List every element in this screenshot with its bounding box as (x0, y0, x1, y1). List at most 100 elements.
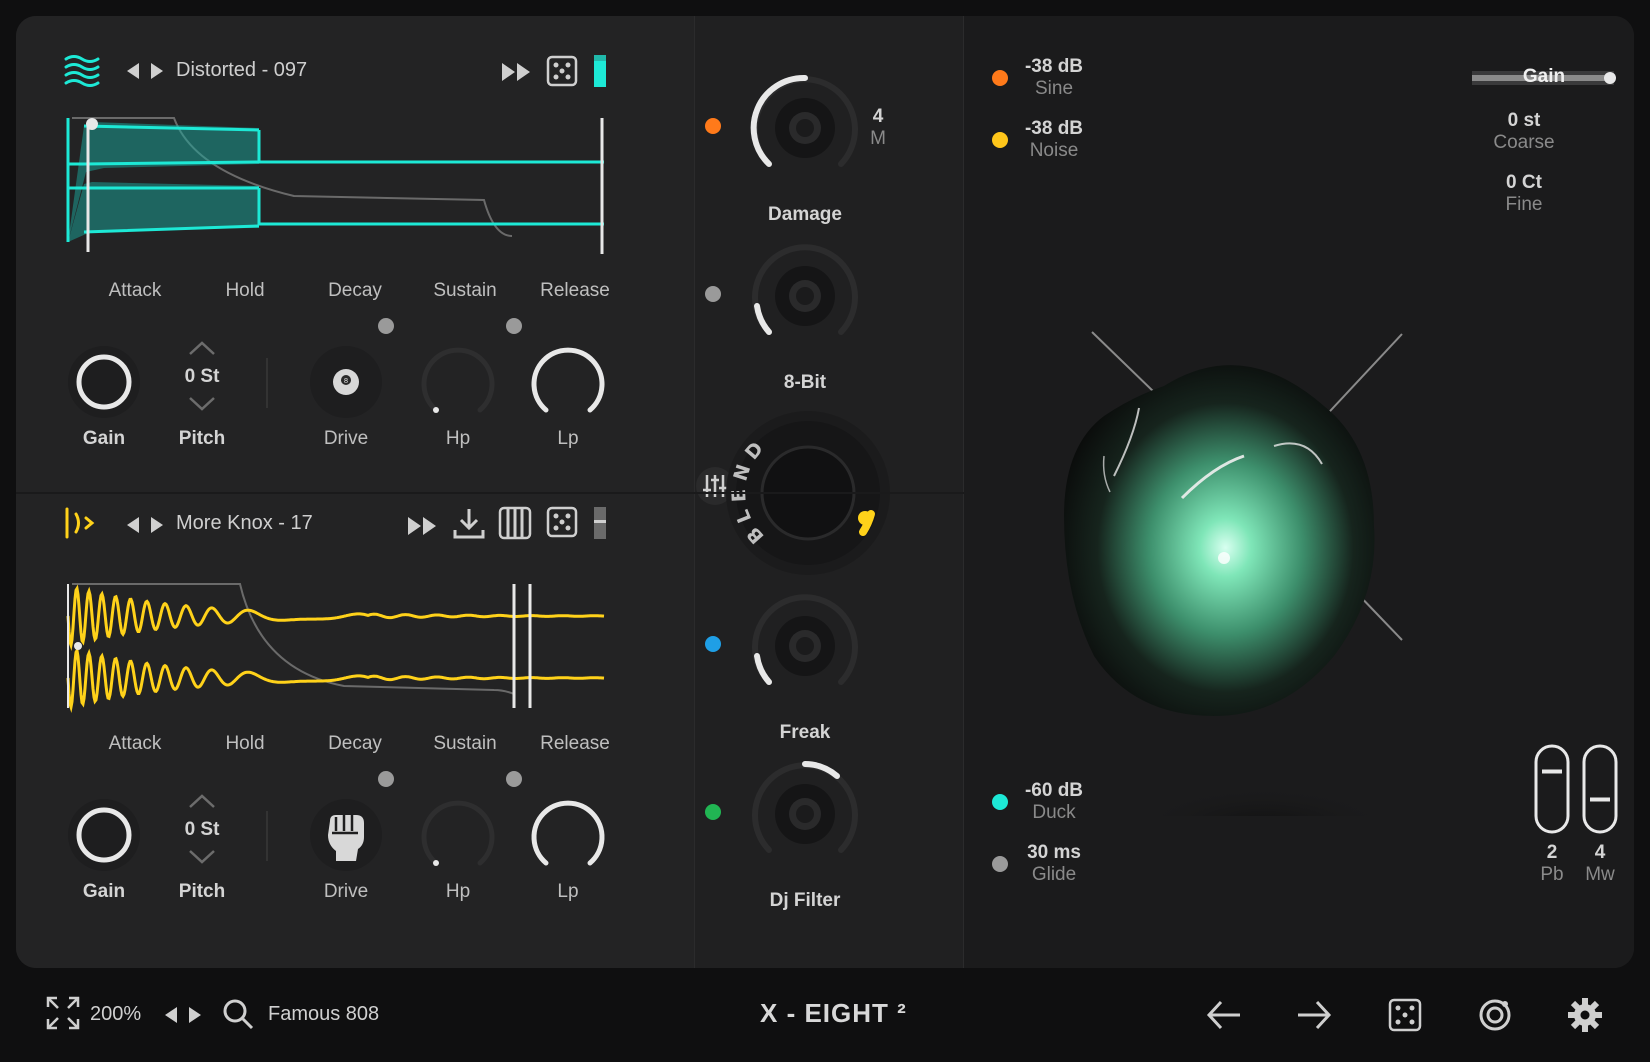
settings-gear-icon[interactable] (1568, 998, 1602, 1032)
osc2-drive-fist-icon[interactable] (308, 797, 384, 873)
noise-label: Noise (1029, 140, 1079, 161)
osc1-hp-toggle-dot[interactable] (506, 318, 522, 334)
osc2-gain-label: Gain (82, 881, 126, 902)
8bit-knob[interactable] (745, 236, 865, 356)
osc1-pitch-value[interactable]: 0 St (166, 366, 238, 388)
osc1-pitch-up-icon[interactable] (188, 340, 216, 356)
damage-value-top: 4 (872, 106, 884, 127)
osc2-hp-label: Hp (445, 881, 471, 902)
sample-layer-icon[interactable] (64, 506, 100, 540)
prev-preset-icon[interactable] (124, 62, 142, 80)
freak-knob[interactable] (745, 586, 865, 706)
pitch-bend-wheel[interactable] (1534, 744, 1570, 834)
osc2-pitch-up-icon[interactable] (188, 793, 216, 809)
dice-icon[interactable] (546, 55, 578, 87)
damage-dot[interactable] (705, 118, 721, 134)
freak-dot[interactable] (705, 636, 721, 652)
pitch-bend-indicator (1542, 769, 1562, 774)
level-meter-icon (594, 55, 606, 87)
divider (266, 358, 268, 408)
osc1-release-label: Release (540, 280, 610, 301)
osc2-lp-label: Lp (557, 881, 579, 902)
djfilter-label: Dj Filter (769, 890, 841, 911)
redo-arrow-icon[interactable] (1296, 998, 1332, 1032)
duck-value[interactable]: -60 dB (1004, 780, 1104, 802)
damage-value-bottom: M (870, 128, 886, 149)
osc1-gain-label: Gain (82, 428, 126, 449)
undo-arrow-icon[interactable] (1206, 998, 1242, 1032)
output-column: -38 dB Sine -38 dB Noise Gain 0 st Coars… (964, 16, 1634, 968)
glide-value[interactable]: 30 ms (1004, 842, 1104, 864)
coarse-label: Coarse (1493, 132, 1555, 153)
damage-knob[interactable] (745, 68, 865, 188)
svg-text:8: 8 (344, 377, 348, 385)
preset-browser-name[interactable]: Famous 808 (268, 1003, 379, 1026)
osc1-decay-label: Decay (328, 280, 382, 301)
osc2-preset-name[interactable]: More Knox - 17 (176, 512, 313, 535)
osc2-lp-knob[interactable] (528, 797, 608, 877)
osc1-sustain-label: Sustain (433, 280, 497, 301)
osc2-pitch-value[interactable]: 0 St (166, 819, 238, 841)
osc1-drive-toggle-dot[interactable] (378, 318, 394, 334)
osc2-hp-knob[interactable] (418, 797, 498, 877)
osc2-pitch-down-icon[interactable] (188, 849, 216, 865)
mod-wheel[interactable] (1582, 744, 1618, 834)
osc2-gain-knob[interactable] (66, 797, 142, 873)
divider (266, 811, 268, 861)
osc1-envelope-display[interactable] (64, 112, 624, 262)
osc2-hold-label: Hold (225, 733, 265, 754)
mod-wheel-indicator (1590, 797, 1610, 802)
osc1-lp-label: Lp (557, 428, 579, 449)
djfilter-dot[interactable] (705, 804, 721, 820)
keyboard-icon[interactable] (498, 506, 532, 540)
fine-value[interactable]: 0 Ct (1474, 172, 1574, 194)
wave-layer-icon[interactable] (64, 54, 100, 88)
osc1-hold-label: Hold (225, 280, 265, 301)
osc2-hp-toggle-dot[interactable] (506, 771, 522, 787)
osc2-waveform-line (66, 584, 605, 651)
zoom-level[interactable]: 200% (90, 1003, 141, 1026)
osc2-envelope-display[interactable] (64, 566, 624, 716)
fast-forward-icon[interactable] (406, 516, 440, 536)
freak-label: Freak (779, 722, 831, 743)
dice-icon[interactable] (546, 506, 578, 538)
section-divider (16, 492, 964, 494)
osc2-drive-toggle-dot[interactable] (378, 771, 394, 787)
prev-preset-icon[interactable] (124, 516, 142, 534)
osc1-lp-knob[interactable] (528, 344, 608, 424)
plugin-panel: Distorted - 097 Attack Hold Decay Sustai… (16, 16, 1634, 968)
osc1-drive-label: Drive (323, 428, 369, 449)
damage-label: Damage (768, 204, 842, 225)
osc2-decay-label: Decay (328, 733, 382, 754)
fine-label: Fine (1505, 194, 1543, 215)
randomize-dice-icon[interactable] (1388, 998, 1422, 1032)
mw-value: 4 (1594, 842, 1606, 863)
coarse-value[interactable]: 0 st (1474, 110, 1574, 132)
osc1-hp-label: Hp (445, 428, 471, 449)
osc1-gain-knob[interactable] (66, 344, 142, 420)
osc1-pitch-label: Pitch (178, 428, 226, 449)
osc1-preset-name[interactable]: Distorted - 097 (176, 59, 307, 82)
osc1-drive-knob[interactable]: 8 (308, 344, 384, 420)
next-preset-icon[interactable] (186, 1006, 204, 1024)
noise-value[interactable]: -38 dB (1004, 118, 1104, 140)
8bit-dot[interactable] (705, 286, 721, 302)
xy-blob-visualizer[interactable] (1044, 296, 1464, 816)
download-icon[interactable] (452, 506, 486, 540)
8bit-label: 8-Bit (783, 372, 827, 393)
glide-label: Glide (1031, 864, 1077, 885)
record-target-icon[interactable] (1478, 998, 1512, 1032)
fullscreen-icon[interactable] (46, 996, 80, 1030)
next-preset-icon[interactable] (148, 516, 166, 534)
next-preset-icon[interactable] (148, 62, 166, 80)
gain-slider-label: Gain (1522, 66, 1566, 87)
fast-forward-icon[interactable] (500, 62, 534, 82)
search-icon[interactable] (222, 998, 254, 1030)
prev-preset-icon[interactable] (162, 1006, 180, 1024)
sine-value[interactable]: -38 dB (1004, 56, 1104, 78)
osc2-pitch-label: Pitch (178, 881, 226, 902)
djfilter-knob[interactable] (745, 754, 865, 874)
pb-label: Pb (1540, 864, 1564, 885)
osc1-pitch-down-icon[interactable] (188, 396, 216, 412)
osc1-hp-knob[interactable] (418, 344, 498, 424)
